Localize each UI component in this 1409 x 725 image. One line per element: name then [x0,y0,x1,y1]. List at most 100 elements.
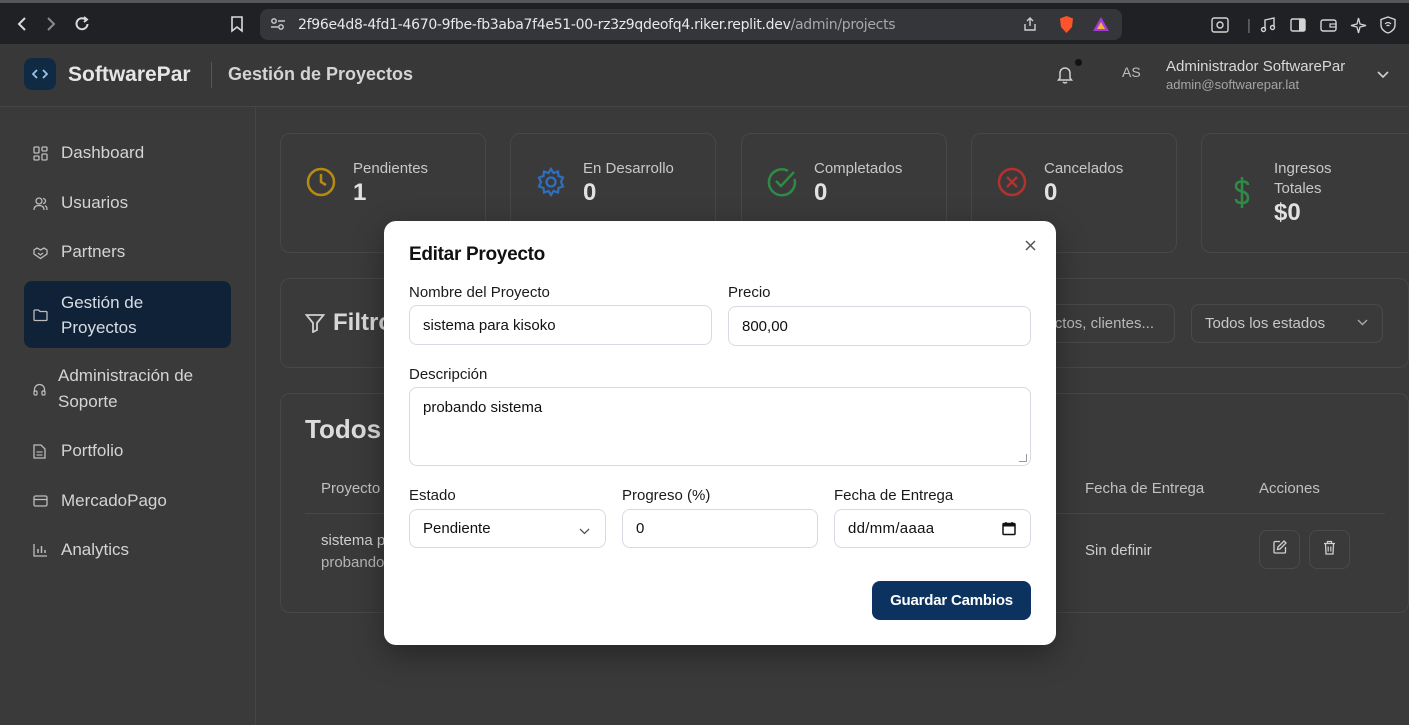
sidebar-item-label: Analytics [61,540,130,559]
user-name[interactable]: Administrador SoftwarePar [1166,58,1345,75]
edit-project-modal: Editar Proyecto Nombre del Proyecto sist… [384,221,1056,645]
chevron-down-icon [1357,315,1368,329]
delivery-date-input[interactable]: dd/mm/aaaa [834,509,1031,548]
sidebar-item-label: Dashboard [61,143,145,162]
sidebar-item-analytics[interactable]: Analytics [24,533,231,567]
stat-value: 0 [814,179,828,206]
bell-icon[interactable] [1056,64,1076,84]
stat-label: Cancelados [1044,160,1124,177]
notification-dot [1075,59,1082,66]
project-delivery: Sin definir [1085,542,1152,559]
sidebar-item-label: Portfolio [61,441,124,460]
header-divider [211,62,212,88]
search-input[interactable]: Buscar proyectos, clientes... [1040,304,1175,343]
status-value: Pendiente [423,520,491,537]
back-icon[interactable] [11,13,33,35]
edit-button[interactable] [1259,530,1300,569]
table-row[interactable]: sistema para kisoko probando sistema [321,530,384,574]
sidebar-toggle-icon[interactable] [1288,15,1308,35]
sidebar-item-label: Partners [61,242,126,261]
chevron-down-icon [579,522,591,535]
music-icon[interactable] [1258,15,1278,35]
clock-icon [305,166,337,198]
table-header-proyecto: Proyecto [321,480,381,497]
project-name-label: Nombre del Proyecto [409,284,550,301]
search-placeholder: Buscar proyectos, clientes... [1041,315,1154,332]
status-label: Estado [409,487,456,504]
address-bar[interactable]: 2f96e4d8-4fd1-4670-9fbe-fb3aba7f4e51-00-… [260,9,1122,40]
vpn-icon[interactable] [1378,15,1398,35]
stat-value: $0 [1274,199,1301,226]
stat-label: Completados [814,160,903,177]
price-input[interactable]: 800,00 [728,306,1031,346]
filter-icon [304,313,326,334]
stat-value: 0 [1044,179,1058,206]
delete-button[interactable] [1309,530,1350,569]
sidebar-item-partners[interactable]: Partners [24,235,231,269]
reload-icon[interactable] [71,13,93,35]
app-header: SoftwarePar Gestión de Proyectos AS Admi… [0,44,1409,107]
project-name-input[interactable]: sistema para kisoko [409,305,712,345]
status-filter-value: Todos los estados [1205,315,1326,332]
user-email: admin@softwarepar.lat [1166,77,1300,92]
status-filter-select[interactable]: Todos los estados [1191,304,1383,343]
wallet-icon[interactable] [1318,15,1338,35]
stat-value: 1 [353,179,367,206]
x-circle-icon [996,166,1028,198]
stat-card-ingresos: Ingresos Totales $0 [1201,133,1409,253]
brave-shield-icon[interactable] [1058,15,1075,38]
sidebar-item-dashboard[interactable]: Dashboard [24,136,231,170]
edit-icon [1272,540,1287,559]
sidebar-item-label: Gestión de Proyectos [61,292,144,337]
save-changes-button[interactable]: Guardar Cambios [872,581,1031,620]
trash-icon [1323,540,1336,560]
sidebar-item-usuarios[interactable]: Usuarios [24,186,231,220]
avatar[interactable]: AS [1122,64,1146,86]
stat-value: 0 [583,179,597,206]
grid-icon [33,145,49,161]
chevron-down-icon[interactable] [1377,66,1389,82]
dollar-icon [1226,176,1258,208]
close-icon[interactable] [1022,239,1038,255]
resize-handle[interactable] [1019,454,1027,462]
bookmark-icon[interactable] [226,13,248,35]
brand-name[interactable]: SoftwarePar [68,63,191,87]
sidebar-item-label: Usuarios [61,193,129,212]
calendar-icon[interactable] [1002,521,1018,537]
url-path: /admin/projects [790,16,896,33]
stat-label: Pendientes [353,160,429,177]
forward-icon[interactable] [40,13,62,35]
project-description: probando sistema [321,554,384,571]
headphones-icon [33,381,46,397]
sidebar-item-gestion-proyectos[interactable]: Gestión de Proyectos [24,281,231,348]
description-label: Descripción [409,366,488,383]
bar-chart-icon [33,542,49,558]
description-value: probando sistema [423,399,543,416]
handshake-icon [33,244,49,260]
date-placeholder: dd/mm/aaaa [848,520,935,537]
site-settings-icon[interactable] [270,17,286,35]
document-icon [33,443,49,459]
stat-label: En Desarrollo [583,160,674,177]
status-select[interactable]: Pendiente [409,509,606,548]
code-brackets-icon[interactable] [24,58,56,90]
sidebar-item-portfolio[interactable]: Portfolio [24,434,231,468]
folder-icon [33,307,49,323]
sidebar-item-mercadopago[interactable]: MercadoPago [24,484,231,518]
users-icon [33,195,49,211]
share-icon[interactable] [1022,16,1038,36]
progress-input[interactable]: 0 [622,509,818,548]
date-label: Fecha de Entrega [834,487,954,504]
leo-ai-icon[interactable] [1348,15,1368,35]
check-circle-icon [766,166,798,198]
sidebar-item-soporte[interactable]: Administración de Soporte [24,363,231,415]
brave-rewards-icon[interactable] [1092,16,1110,36]
progress-label: Progreso (%) [622,487,711,504]
table-header-acciones: Acciones [1259,480,1320,497]
toolbar-divider: | [1247,16,1251,34]
modal-title: Editar Proyecto [409,244,545,265]
credit-card-icon [33,493,49,509]
reader-mode-icon[interactable] [1210,15,1230,35]
page-title: Gestión de Proyectos [228,64,414,84]
description-textarea[interactable]: probando sistema [409,387,1031,466]
